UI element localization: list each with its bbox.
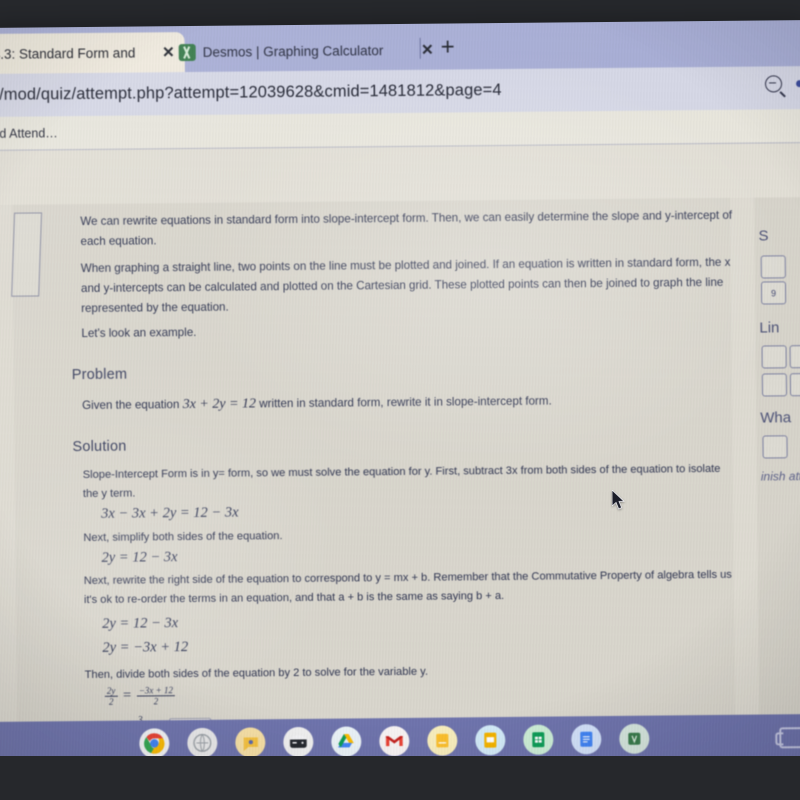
quiz-nav-section-linear: Lin [759,319,780,337]
keep-icon[interactable] [427,725,458,756]
browser-tab-desmos[interactable]: Desmos | Graphing Calculator ✕ [169,30,444,73]
messages-icon[interactable] [235,727,266,758]
quiz-nav-button[interactable] [789,373,800,397]
desmos-icon[interactable] [619,723,650,754]
quiz-question-column: We can rewrite equations in standard for… [11,197,737,768]
quiz-nav-button[interactable]: 9 [760,281,787,305]
desmos-favicon-icon [178,43,196,61]
url-text: et/mod/quiz/attempt.php?attempt=12039628… [0,81,502,104]
quiz-nav-button[interactable] [760,255,786,279]
game-icon[interactable] [283,726,314,758]
browser-tab-strip: 4.3: Standard Form and ✕ Desmos | Graphi… [0,20,800,74]
quiz-nav-button[interactable] [789,345,800,369]
intro-paragraph-3: Let's look an example. [81,325,197,341]
fraction-left-numerator: 2y [106,685,116,696]
chrome-icon[interactable] [139,728,170,759]
omnibox-actions [764,75,800,93]
intro-paragraph-2: When graphing a straight line, two point… [80,255,731,315]
fraction-left: 2y 2 [104,685,118,708]
drive-icon[interactable] [331,726,362,757]
fraction-left-denominator: 2 [104,695,118,708]
docs-icon[interactable] [571,724,602,755]
intro-paragraph-1: We can rewrite equations in standard for… [80,208,733,248]
question-number-box [11,212,43,297]
fraction-right-denominator: 2 [136,695,176,707]
new-tab-button[interactable]: + [435,33,461,61]
solution-step3-text: Next, rewrite the right side of the equa… [83,568,732,607]
extension-dot-icon[interactable] [796,80,800,88]
quiz-nav-section-what: Wha [760,409,792,427]
tab-title-desmos: Desmos | Graphing Calculator [202,42,384,60]
solution-step2-text: Next, simplify both sides of the equatio… [83,530,283,545]
tab-title-quiz: 4.3: Standard Form and [0,45,136,62]
explore-icon[interactable] [187,727,218,759]
problem-text-after: written in standard form, rewrite it in … [259,394,552,411]
tab-divider [419,37,421,59]
solution-step3-equation-b: 2y = −3x + 12 [102,639,189,656]
page-header-gap [0,143,800,205]
finish-attempt-link[interactable]: inish att [761,469,800,483]
quiz-nav-button[interactable] [762,435,788,459]
problem-heading: Problem [71,366,128,384]
fraction-right: −3x + 12 2 [136,685,176,707]
solution-step1-text: Slope-Intercept Form is in y= form, so w… [82,462,721,501]
quiz-navigation-panel: S 9 Lin Wha inish att [754,197,800,761]
quiz-nav-button[interactable] [761,373,788,397]
zoom-out-icon[interactable] [764,75,783,93]
quiz-nav-heading: S [758,227,769,245]
gmail-icon[interactable] [379,725,410,757]
sheets-icon[interactable] [523,724,554,755]
problem-equation: 3x + 2y = 12 [182,396,257,413]
monitor-bezel-bottom [0,756,800,800]
shelf-app-list [139,723,650,759]
solution-step1-equation: 3x − 3x + 2y = 12 − 3x [101,504,239,522]
web-page-viewport: We can rewrite equations in standard for… [0,143,800,768]
overview-icon[interactable] [779,726,800,748]
chromebook-screen: 4.3: Standard Form and ✕ Desmos | Graphi… [0,20,800,768]
problem-statement: Given the equation 3x + 2y = 12 written … [82,388,737,418]
solution-step3-equation-a: 2y = 12 − 3x [102,615,179,632]
fraction-equals: = [122,687,132,704]
fraction-right-numerator: −3x + 12 [138,685,173,696]
solution-step2-equation: 2y = 12 − 3x [101,549,178,566]
solution-fraction-equation: 2y 2 = −3x + 12 2 [103,685,177,708]
solution-step4-text: Then, divide both sides of the equation … [84,665,429,682]
photo-of-screen: 4.3: Standard Form and ✕ Desmos | Graphi… [0,0,800,800]
quiz-nav-button[interactable] [761,345,787,369]
problem-text-before: Given the equation [82,398,180,413]
bookmark-item[interactable]: and Attend… [0,126,58,141]
solution-heading: Solution [72,438,127,456]
browser-tab-active[interactable]: 4.3: Standard Form and ✕ [0,32,185,74]
slides-icon[interactable] [475,725,506,756]
